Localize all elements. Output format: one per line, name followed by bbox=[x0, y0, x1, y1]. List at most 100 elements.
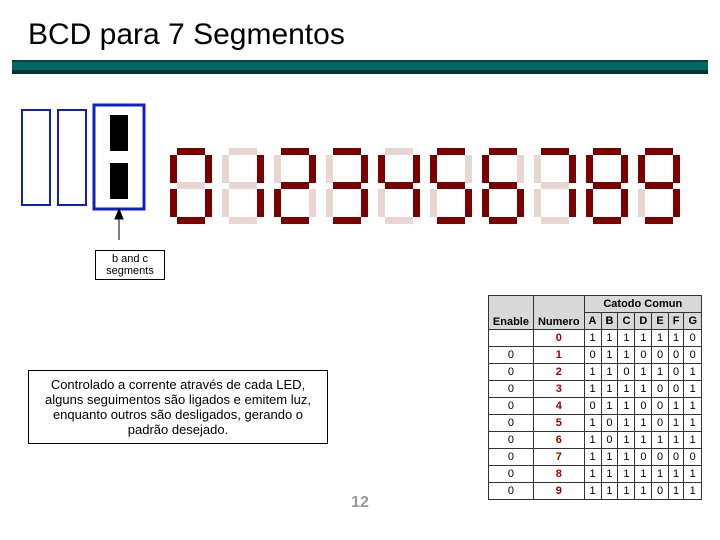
segment-a bbox=[177, 148, 205, 155]
th-col-D: D bbox=[635, 313, 652, 330]
cell-numero: 8 bbox=[533, 466, 584, 483]
segment-b bbox=[361, 155, 368, 183]
table-row: 091111011 bbox=[488, 483, 701, 500]
cell-bit: 1 bbox=[584, 415, 601, 432]
cell-bit: 1 bbox=[584, 483, 601, 500]
segment-d bbox=[229, 217, 257, 224]
segment-a bbox=[437, 148, 465, 155]
table-row: 031111001 bbox=[488, 381, 701, 398]
segment-g bbox=[229, 182, 257, 189]
cell-bit: 1 bbox=[684, 364, 702, 381]
cell-enable bbox=[488, 330, 533, 347]
cell-bit: 1 bbox=[601, 398, 618, 415]
segment-f bbox=[170, 155, 177, 183]
segment-c bbox=[673, 189, 680, 217]
cell-bit: 1 bbox=[684, 381, 702, 398]
th-col-F: F bbox=[668, 313, 684, 330]
cell-bit: 1 bbox=[684, 415, 702, 432]
caption-box: Controlado a corrente através de cada LE… bbox=[28, 370, 328, 444]
cell-numero: 4 bbox=[533, 398, 584, 415]
table-row: 061011111 bbox=[488, 432, 701, 449]
digit-2 bbox=[274, 148, 316, 224]
segment-a bbox=[229, 148, 257, 155]
cell-enable: 0 bbox=[488, 398, 533, 415]
cell-bit: 1 bbox=[618, 415, 635, 432]
cell-bit: 1 bbox=[684, 466, 702, 483]
segment-g bbox=[645, 182, 673, 189]
segment-d bbox=[177, 217, 205, 224]
segment-e bbox=[638, 189, 645, 217]
segment-d bbox=[333, 217, 361, 224]
cell-bit: 1 bbox=[618, 466, 635, 483]
segment-f bbox=[534, 155, 541, 183]
digit-7 bbox=[534, 148, 576, 224]
cell-bit: 0 bbox=[652, 415, 668, 432]
cell-bit: 1 bbox=[668, 415, 684, 432]
segment-g bbox=[489, 182, 517, 189]
table-row: 021101101 bbox=[488, 364, 701, 381]
segment-c bbox=[257, 189, 264, 217]
cell-bit: 1 bbox=[584, 330, 601, 347]
cell-bit: 0 bbox=[635, 449, 652, 466]
th-col-G: G bbox=[684, 313, 702, 330]
cell-enable: 0 bbox=[488, 432, 533, 449]
cell-bit: 1 bbox=[618, 381, 635, 398]
cell-enable: 0 bbox=[488, 347, 533, 364]
digit-5 bbox=[430, 148, 472, 224]
segment-e bbox=[586, 189, 593, 217]
segment-e bbox=[222, 189, 229, 217]
cell-bit: 0 bbox=[652, 398, 668, 415]
segment-g bbox=[333, 182, 361, 189]
th-col-C: C bbox=[618, 313, 635, 330]
cell-bit: 1 bbox=[584, 449, 601, 466]
segment-b bbox=[465, 155, 472, 183]
segment-e bbox=[534, 189, 541, 217]
cell-bit: 0 bbox=[652, 381, 668, 398]
segment-f bbox=[482, 155, 489, 183]
segment-c bbox=[621, 189, 628, 217]
cell-bit: 1 bbox=[668, 432, 684, 449]
cell-bit: 1 bbox=[652, 432, 668, 449]
cell-bit: 0 bbox=[684, 330, 702, 347]
segment-c bbox=[413, 189, 420, 217]
cell-bit: 1 bbox=[584, 466, 601, 483]
cell-bit: 1 bbox=[601, 364, 618, 381]
segment-b bbox=[517, 155, 524, 183]
cell-bit: 1 bbox=[618, 483, 635, 500]
digit-1 bbox=[222, 148, 264, 224]
digit-9 bbox=[638, 148, 680, 224]
cell-numero: 3 bbox=[533, 381, 584, 398]
th-col-B: B bbox=[601, 313, 618, 330]
segment-b bbox=[413, 155, 420, 183]
cell-bit: 0 bbox=[668, 364, 684, 381]
segment-f bbox=[222, 155, 229, 183]
digit-row bbox=[170, 148, 690, 229]
cell-bit: 1 bbox=[668, 398, 684, 415]
table-row: 010110000 bbox=[488, 347, 701, 364]
th-enable: Enable bbox=[488, 296, 533, 330]
segment-d bbox=[385, 217, 413, 224]
cell-bit: 1 bbox=[684, 432, 702, 449]
segment-g bbox=[281, 182, 309, 189]
cell-bit: 0 bbox=[584, 398, 601, 415]
table-row: 040110011 bbox=[488, 398, 701, 415]
cell-numero: 9 bbox=[533, 483, 584, 500]
segment-e bbox=[170, 189, 177, 217]
digit-8 bbox=[586, 148, 628, 224]
digit-3 bbox=[326, 148, 368, 224]
cell-bit: 1 bbox=[601, 347, 618, 364]
segment-g bbox=[593, 182, 621, 189]
cell-numero: 0 bbox=[533, 330, 584, 347]
digit-0 bbox=[170, 148, 212, 224]
th-col-A: A bbox=[584, 313, 601, 330]
cell-bit: 1 bbox=[635, 364, 652, 381]
cell-bit: 1 bbox=[601, 466, 618, 483]
cell-enable: 0 bbox=[488, 381, 533, 398]
segment-d bbox=[281, 217, 309, 224]
segment-a bbox=[541, 148, 569, 155]
segment-b bbox=[569, 155, 576, 183]
cell-bit: 0 bbox=[635, 398, 652, 415]
segment-c bbox=[205, 189, 212, 217]
segment-c bbox=[309, 189, 316, 217]
th-catodo: Catodo Comun bbox=[584, 296, 701, 313]
